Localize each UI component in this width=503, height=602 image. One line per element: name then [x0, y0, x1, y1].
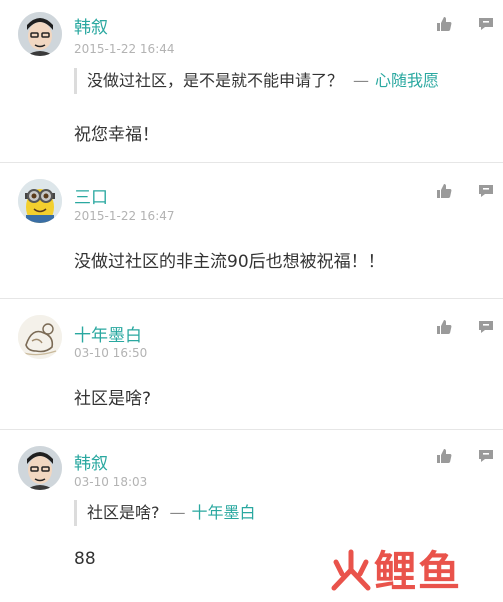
comment-author[interactable]: 韩叙: [74, 13, 108, 38]
comment-text: 没做过社区的非主流90后也想被祝福！！: [74, 252, 385, 272]
comment-author[interactable]: 三口: [74, 183, 108, 208]
comment-author[interactable]: 韩叙: [74, 449, 108, 474]
comment-timestamp: 03-10 18:03: [74, 475, 148, 489]
watermark-fire-icon: [328, 548, 374, 602]
like-icon[interactable]: [436, 319, 452, 335]
comment-item: 三口 2015-1-22 16:47 没做过社区的非主流90后也想被祝福！！: [0, 163, 503, 298]
watermark-logo: 鲤鱼: [328, 538, 462, 602]
reply-icon[interactable]: [478, 319, 494, 335]
comment-timestamp: 2015-1-22 16:44: [74, 42, 175, 56]
comment-item: 十年墨白 03-10 16:50 社区是啥?: [0, 299, 503, 429]
quoted-author-link[interactable]: 十年墨白: [192, 503, 256, 522]
quote-dash: —: [353, 71, 370, 90]
comment-timestamp: 03-10 16:50: [74, 346, 148, 360]
quote-dash: —: [169, 503, 186, 522]
comment-author[interactable]: 十年墨白: [74, 321, 142, 346]
avatar[interactable]: [18, 446, 62, 490]
avatar[interactable]: [18, 315, 62, 359]
quoted-text: 社区是啥?: [87, 503, 160, 522]
reply-icon[interactable]: [478, 16, 494, 32]
reply-icon[interactable]: [478, 183, 494, 199]
quoted-reply: 社区是啥? — 十年墨白: [74, 500, 256, 526]
like-icon[interactable]: [436, 183, 452, 199]
reply-icon[interactable]: [478, 448, 494, 464]
comment-item: 韩叙 2015-1-22 16:44 没做过社区，是不是就不能申请了？ — 心随我愿…: [0, 0, 503, 162]
avatar[interactable]: [18, 12, 62, 56]
comment-timestamp: 2015-1-22 16:47: [74, 209, 175, 223]
comment-text: 88: [74, 549, 96, 569]
quoted-author-link[interactable]: 心随我愿: [375, 71, 439, 90]
quoted-reply: 没做过社区，是不是就不能申请了？ — 心随我愿: [74, 68, 439, 94]
watermark-text: 鲤鱼: [374, 547, 463, 596]
like-icon[interactable]: [436, 448, 452, 464]
comment-text: 社区是啥?: [74, 389, 152, 409]
like-icon[interactable]: [436, 16, 452, 32]
quoted-text: 没做过社区，是不是就不能申请了？: [87, 71, 344, 90]
comment-text: 祝您幸福！: [74, 125, 159, 145]
avatar[interactable]: [18, 179, 62, 223]
